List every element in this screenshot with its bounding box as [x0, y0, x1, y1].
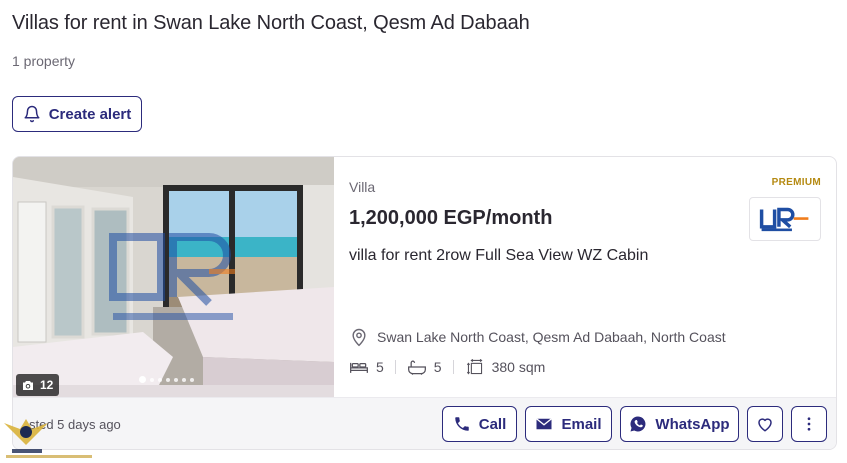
property-info[interactable]: Villa 1,200,000 EGP/month villa for rent…: [334, 157, 836, 397]
property-count: 1 property: [12, 53, 76, 69]
bathtub-icon: [407, 360, 426, 375]
photo-count-value: 12: [40, 378, 54, 392]
property-card[interactable]: 12 Villa 1,200,000 EGP/month villa for r…: [12, 156, 837, 450]
photo-count-badge: 12: [16, 374, 60, 396]
photo-carousel-dots[interactable]: [139, 376, 194, 383]
property-location: Swan Lake North Coast, Qesm Ad Dabaah, N…: [349, 327, 726, 347]
create-alert-button[interactable]: Create alert: [12, 96, 142, 132]
more-options-button[interactable]: [791, 406, 827, 442]
carousel-dot[interactable]: [166, 377, 170, 382]
area-spec: 380 sqm: [465, 359, 546, 375]
property-title[interactable]: villa for rent 2row Full Sea View WZ Cab…: [349, 247, 648, 265]
area-icon: [466, 359, 483, 375]
watermark-logo: [4, 419, 92, 458]
agency-logo-image: [759, 207, 809, 232]
email-label: Email: [561, 415, 602, 433]
heart-icon: [758, 418, 772, 432]
location-pin-icon: [352, 328, 366, 347]
whatsapp-label: WhatsApp: [655, 415, 730, 433]
whatsapp-button[interactable]: WhatsApp: [620, 406, 739, 442]
bell-icon: [24, 105, 40, 123]
agency-logo[interactable]: [749, 197, 821, 241]
bathrooms-value: 5: [433, 359, 442, 375]
carousel-dot[interactable]: [139, 376, 146, 383]
favorite-button[interactable]: [747, 406, 783, 442]
carousel-dot[interactable]: [150, 377, 154, 382]
carousel-dot[interactable]: [158, 377, 162, 382]
contact-actions: Call Email WhatsApp: [442, 406, 827, 442]
carousel-dot[interactable]: [174, 377, 178, 382]
bed-icon: [350, 362, 368, 373]
bedroom-photo-illustration: [13, 157, 334, 397]
carousel-dot[interactable]: [182, 377, 186, 382]
create-alert-label: Create alert: [48, 105, 132, 123]
premium-badge: PREMIUM: [771, 177, 821, 188]
property-type: Villa: [349, 179, 376, 195]
bedrooms-value: 5: [376, 359, 384, 375]
page-title: Villas for rent in Swan Lake North Coast…: [12, 12, 530, 34]
location-text: Swan Lake North Coast, Qesm Ad Dabaah, N…: [377, 329, 726, 345]
carousel-dot[interactable]: [190, 377, 194, 382]
phone-icon: [454, 417, 469, 431]
spec-divider: [452, 360, 454, 374]
whatsapp-icon: [630, 416, 646, 432]
call-label: Call: [478, 415, 507, 433]
bathrooms-spec: 5: [407, 359, 442, 375]
envelope-icon: [536, 418, 553, 430]
property-photo[interactable]: 12: [13, 157, 334, 397]
area-value: 380 sqm: [491, 359, 546, 375]
more-vertical-icon: [807, 417, 811, 431]
property-price: 1,200,000 EGP/month: [349, 207, 553, 229]
call-button[interactable]: Call: [442, 406, 517, 442]
card-footer: sted 5 days ago Call Email WhatsApp: [13, 397, 836, 449]
camera-icon: [23, 380, 33, 390]
bedrooms-spec: 5: [349, 359, 384, 375]
email-button[interactable]: Email: [525, 406, 612, 442]
spec-divider: [394, 360, 396, 374]
property-specs: 5 5 380 sqm: [349, 359, 545, 375]
